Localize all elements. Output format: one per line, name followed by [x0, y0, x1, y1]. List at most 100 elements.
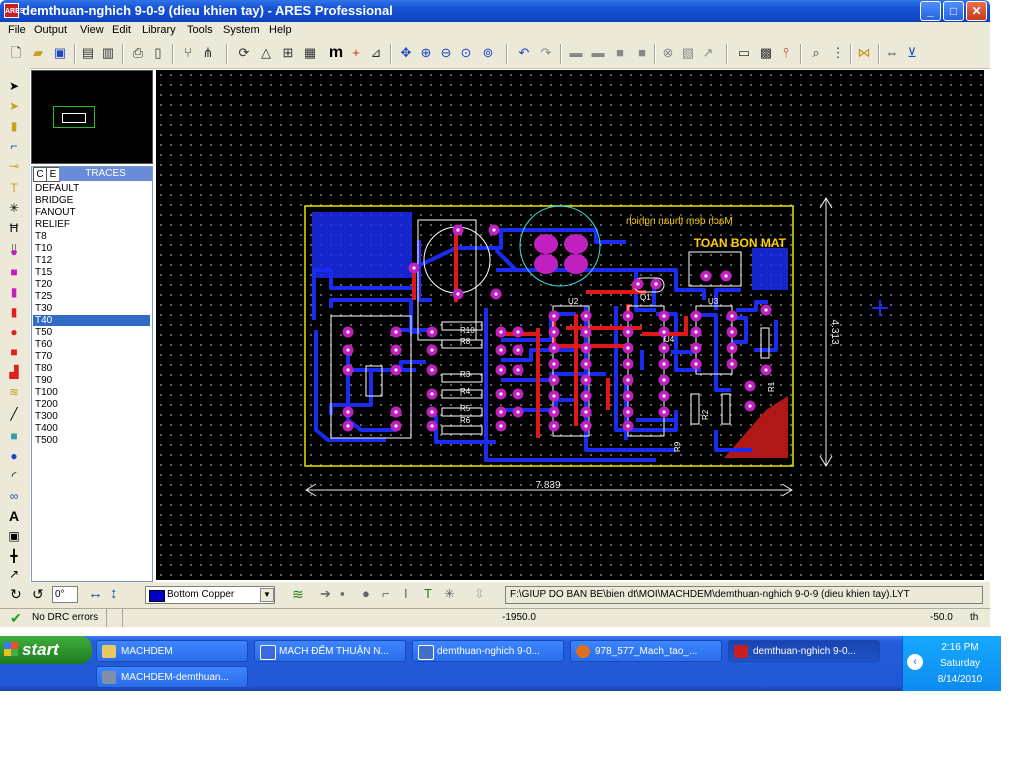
dil-pad-icon[interactable]: ▮ [6, 284, 22, 300]
trace-style-item[interactable]: T40 [33, 315, 150, 326]
trace-style-item[interactable]: T10 [33, 243, 150, 254]
connectivity-highlight-icon[interactable]: Ħ [6, 220, 22, 236]
clock-time[interactable]: 2:16 PM [925, 642, 995, 653]
menu-library[interactable]: Library [142, 24, 176, 36]
layer-selector[interactable]: Bottom Copper ▼ [145, 586, 275, 604]
origin-icon[interactable]: + [348, 45, 364, 61]
polygonal-pad-icon[interactable]: ▟ [6, 364, 22, 380]
block-delete-icon[interactable]: ■ [634, 45, 650, 61]
save-icon[interactable]: ▣ [52, 45, 68, 61]
layers-stack-icon[interactable]: ≋ [292, 586, 304, 603]
trace-style-item[interactable]: DEFAULT [33, 183, 150, 194]
marker-mode-icon[interactable]: ╋ [6, 548, 22, 564]
round-pad-icon[interactable]: ● [6, 244, 22, 260]
trace-style-item[interactable]: T300 [33, 411, 150, 422]
ratsnest-tool-icon[interactable]: ✳ [444, 586, 455, 602]
circle-mode-icon[interactable]: ● [6, 448, 22, 464]
metric-icon[interactable]: m [328, 45, 344, 61]
rotate-clockwise-icon[interactable]: ↻ [10, 586, 22, 603]
arc-mode-icon[interactable]: ◜ [6, 468, 22, 484]
zoom-area-icon[interactable]: ⊚ [480, 45, 496, 61]
search-icon[interactable]: ⌕ [808, 45, 824, 61]
square-pad-icon[interactable]: ■ [6, 264, 22, 280]
refresh-icon[interactable]: ⟳ [236, 45, 252, 61]
zone-mode-icon[interactable]: T [6, 180, 22, 196]
circular-smt-icon[interactable]: ● [6, 324, 22, 340]
pad-tool-icon[interactable]: ● [362, 586, 370, 601]
trace-style-item[interactable]: T15 [33, 267, 150, 278]
menu-view[interactable]: View [80, 24, 104, 36]
minimize-button[interactable]: _ [920, 1, 941, 21]
decompose-icon[interactable]: ↗ [700, 45, 716, 61]
task-firefox[interactable]: 978_577_Mach_tao_... [570, 640, 722, 662]
autoplacer-icon[interactable]: ⫯ [778, 45, 794, 61]
trace-style-item[interactable]: T30 [33, 303, 150, 314]
pin-tool-icon[interactable]: ⇳ [474, 586, 485, 602]
editing-canvas[interactable]: Mach dem thuan nghich TOAN BON MAT R10 R… [156, 70, 984, 580]
trace-style-item[interactable]: FANOUT [33, 207, 150, 218]
box-mode-icon[interactable]: ■ [6, 428, 22, 444]
trace-style-item[interactable]: T8 [33, 231, 150, 242]
make-package-icon[interactable]: ▧ [680, 45, 696, 61]
drc-icon[interactable]: ⇔ [884, 45, 900, 61]
connectivity-icon[interactable]: ▭ [736, 45, 752, 61]
padstack-icon[interactable]: ≋ [6, 384, 22, 400]
measure-mode-icon[interactable]: ↗ [6, 566, 22, 582]
route-icon[interactable]: ▪ [340, 586, 345, 601]
chevron-down-icon[interactable]: ▼ [260, 588, 274, 602]
graph-icon[interactable]: ⊻ [904, 45, 920, 61]
undo-icon[interactable]: ↶ [516, 45, 532, 61]
autorouter-icon[interactable]: ⋮ [830, 45, 846, 61]
mirror-horizontal-icon[interactable]: ↔ [88, 585, 103, 602]
package-mode-icon[interactable]: ▮ [6, 118, 22, 134]
trace-style-item[interactable]: T25 [33, 291, 150, 302]
task-word-document[interactable]: MACH ĐẾM THUẬN N... [254, 640, 406, 662]
design-rule-icon[interactable]: ▩ [758, 45, 774, 61]
overview-window[interactable] [31, 70, 153, 164]
component-mode-icon[interactable]: ➤ [6, 98, 22, 114]
open-icon[interactable]: ▰ [30, 45, 46, 61]
menu-tools[interactable]: Tools [187, 24, 213, 36]
trace-style-item[interactable]: T80 [33, 363, 150, 374]
power-plane-icon[interactable]: ⋈ [856, 45, 872, 61]
via-mode-icon[interactable]: ⊸ [6, 158, 22, 174]
ratsnest-mode-icon[interactable]: ✳ [6, 200, 22, 216]
menu-file[interactable]: File [8, 24, 26, 36]
edge-pad-icon[interactable]: ▮ [6, 304, 22, 320]
netlist-icon[interactable]: ⋔ [200, 45, 216, 61]
menu-edit[interactable]: Edit [112, 24, 131, 36]
trace-style-item[interactable]: T50 [33, 327, 150, 338]
zoom-out-icon[interactable]: ⊖ [438, 45, 454, 61]
track-tool-icon[interactable]: ⌐ [382, 586, 390, 601]
board-icon[interactable]: △ [258, 45, 274, 61]
tab-c[interactable]: C [33, 167, 47, 182]
trace-style-item[interactable]: BRIDGE [33, 195, 150, 206]
drc-status[interactable]: No DRC errors [32, 612, 98, 623]
zoom-all-icon[interactable]: ⊙ [458, 45, 474, 61]
track-mode-icon[interactable]: ⌐ [6, 138, 22, 154]
maximize-button[interactable]: □ [943, 1, 964, 21]
import-icon[interactable]: ▤ [80, 45, 96, 61]
path-mode-icon[interactable]: ∞ [6, 488, 22, 504]
pan-icon[interactable]: ✥ [398, 45, 414, 61]
trace-style-item[interactable]: T90 [33, 375, 150, 386]
via-tool-icon[interactable]: ➔ [320, 586, 331, 602]
title-bar[interactable]: ARES demthuan-nghich 9-0-9 (dieu khien t… [0, 0, 990, 22]
line-mode-icon[interactable]: ╱ [6, 406, 22, 422]
symbol-mode-icon[interactable]: ▣ [6, 528, 22, 544]
zone-tool-icon[interactable]: T [424, 586, 432, 601]
zoom-in-icon[interactable]: ⊕ [418, 45, 434, 61]
pick-part-icon[interactable]: ⊗ [660, 45, 676, 61]
block-copy-icon[interactable]: ▬ [568, 45, 584, 61]
menu-help[interactable]: Help [269, 24, 292, 36]
ares-app-icon[interactable]: ARES [4, 3, 24, 18]
pointer-coord-icon[interactable]: ⊿ [368, 45, 384, 61]
close-button[interactable]: ✕ [966, 1, 987, 21]
task-machdem-file[interactable]: MACHDEM-demthuan... [96, 666, 248, 688]
trace-style-item[interactable]: T200 [33, 399, 150, 410]
trace-style-item[interactable]: T100 [33, 387, 150, 398]
rotate-anticlockwise-icon[interactable]: ↺ [32, 586, 44, 603]
new-icon[interactable]: 🗋 [8, 45, 24, 61]
text-mode-icon[interactable]: A [6, 508, 22, 524]
layers-icon[interactable]: ▦ [302, 45, 318, 61]
